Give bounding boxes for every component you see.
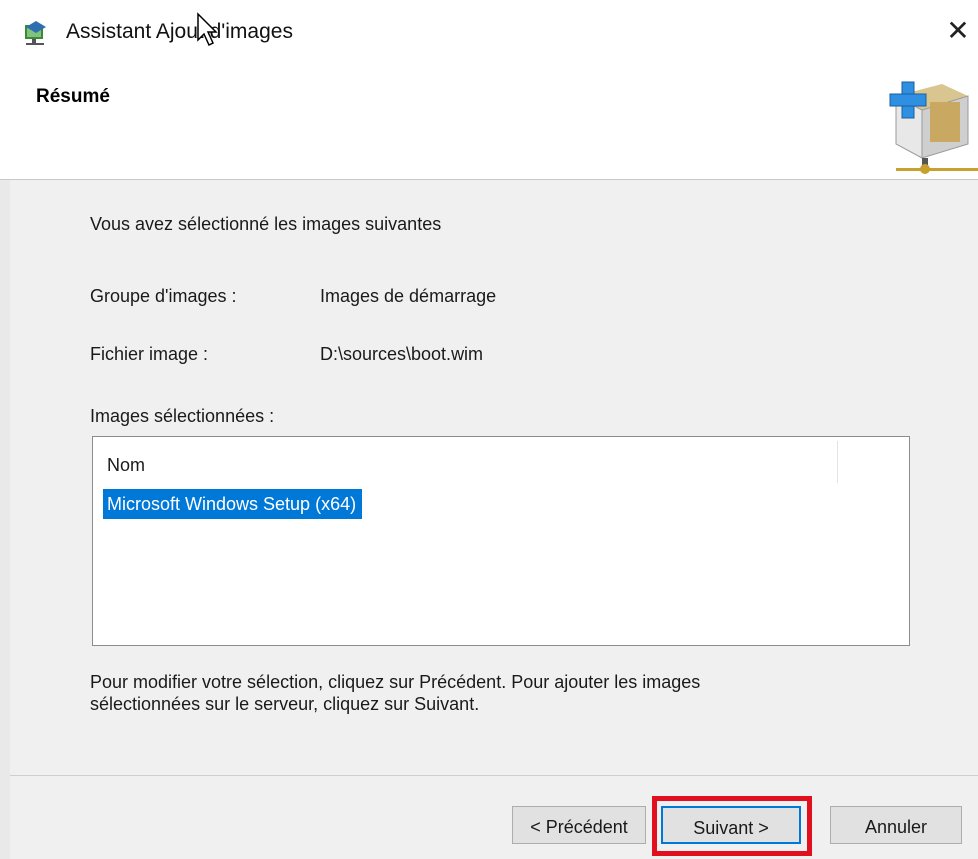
cancel-button[interactable]: Annuler [830,806,962,844]
column-header-label: Nom [107,455,146,475]
column-header-name[interactable]: Nom [93,437,837,483]
left-edge [0,180,10,859]
hint-text-line-2: sélectionnées sur le serveur, cliquez su… [90,694,480,714]
image-file-value: D:\sources\boot.wim [320,344,484,364]
close-button[interactable]: ✕ [938,8,978,54]
selected-images-label: Images sélectionnées : [90,406,275,426]
mouse-cursor-icon [197,12,218,47]
button-bar: < Précédent Suivant > Annuler [10,776,978,859]
hint-text-line-1: Pour modifier votre sélection, cliquez s… [90,672,701,692]
title-bar: Assistant Ajout d'images ✕ [0,0,978,62]
image-file-label: Fichier image : [90,344,209,364]
column-divider[interactable] [837,441,838,483]
next-button[interactable]: Suivant > [661,806,801,844]
selected-images-list[interactable]: Nom Microsoft Windows Setup (x64) [92,436,910,646]
image-group-label: Groupe d'images : [90,286,237,306]
previous-button[interactable]: < Précédent [512,806,646,844]
page-title: Résumé [36,86,110,107]
wds-network-icon [25,21,46,45]
image-group-value: Images de démarrage [320,286,497,306]
wizard-header: Résumé [0,62,978,180]
wizard-body: Vous avez sélectionné les images suivant… [10,180,978,775]
add-image-box-icon [889,81,978,174]
intro-text: Vous avez sélectionné les images suivant… [90,214,442,234]
window-title: Assistant Ajout d'images [66,20,293,43]
list-item[interactable]: Microsoft Windows Setup (x64) [103,489,363,519]
